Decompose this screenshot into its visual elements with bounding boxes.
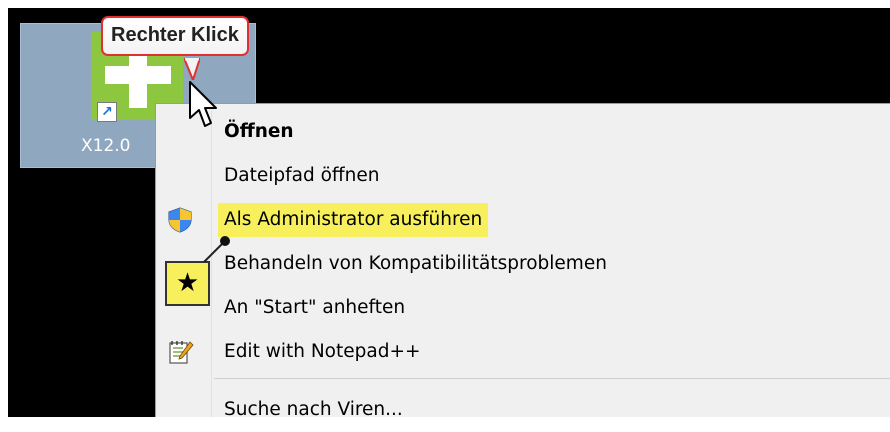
menu-item-label: Behandeln von Kompatibilitätsproblemen: [224, 253, 607, 274]
menu-item-label: Als Administrator ausführen: [218, 203, 489, 237]
cross-icon-horizontal: [105, 66, 171, 84]
shortcut-arrow-icon: ↗: [97, 102, 117, 122]
menu-item-label: Edit with Notepad++: [224, 341, 421, 362]
annotation-connector: [203, 236, 230, 263]
menu-item-label: Suche nach Viren...: [224, 399, 403, 420]
uac-shield-icon: [168, 207, 192, 233]
menu-item-dateipfad-oeffnen[interactable]: Dateipfad öffnen: [156, 154, 890, 198]
callout-tail: [184, 58, 200, 80]
callout-bubble: Rechter Klick: [101, 16, 249, 56]
menu-item-label: Dateipfad öffnen: [224, 165, 380, 186]
menu-item-label: An "Start" anheften: [224, 297, 406, 318]
notepad-plus-plus-icon: [169, 341, 194, 364]
star-annotation: ★: [165, 261, 210, 306]
menu-item-edit-with-notepad[interactable]: Edit with Notepad++: [156, 330, 890, 374]
menu-item-kompatibilitaetsprobleme[interactable]: Behandeln von Kompatibilitätsproblemen: [156, 242, 890, 286]
menu-separator: [214, 378, 890, 379]
mouse-pointer-icon: [189, 81, 217, 127]
menu-item-an-start-anheften[interactable]: An "Start" anheften: [156, 286, 890, 330]
menu-item-oeffnen[interactable]: Öffnen: [156, 110, 890, 154]
menu-item-als-administrator-ausfuehren[interactable]: Als Administrator ausführen: [156, 198, 890, 242]
menu-item-suche-nach-viren[interactable]: Suche nach Viren...: [156, 388, 890, 432]
context-menu: Öffnen Dateipfad öffnen Als Administrato…: [155, 103, 890, 420]
menu-item-label: Öffnen: [224, 121, 294, 142]
